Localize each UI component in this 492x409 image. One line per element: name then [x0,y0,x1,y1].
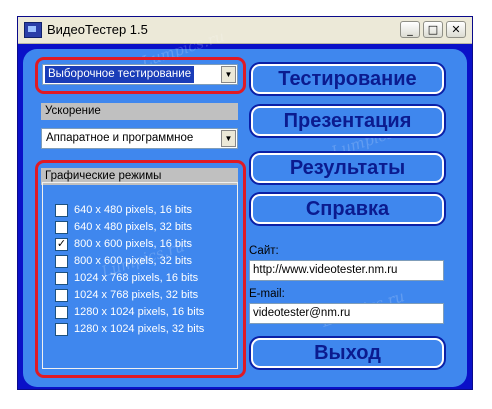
minimize-button[interactable]: _ [400,21,420,38]
acceleration-label: Ускорение [41,103,238,120]
title-bar[interactable]: ВидеоТестер 1.5 _ □ ✕ [18,17,472,44]
chevron-down-icon[interactable]: ▼ [221,130,236,147]
presentation-button[interactable]: Презентация [251,106,444,136]
maximize-button[interactable]: □ [423,21,443,38]
window-title: ВидеоТестер 1.5 [47,22,148,37]
test-button[interactable]: Тестирование [251,64,444,94]
highlight-frame [35,57,246,94]
close-button[interactable]: ✕ [446,21,466,38]
app-icon [24,22,42,38]
acceleration-value: Аппаратное и программное [46,132,194,144]
help-button[interactable]: Справка [251,194,444,224]
results-button[interactable]: Результаты [251,153,444,183]
acceleration-select[interactable]: Аппаратное и программное ▼ [41,128,238,149]
exit-button[interactable]: Выход [251,338,444,368]
highlight-frame [35,160,246,378]
email-label: E-mail: [249,288,285,300]
site-label: Сайт: [249,245,279,257]
site-field[interactable]: http://www.videotester.nm.ru [249,260,444,281]
email-field[interactable]: videotester@nm.ru [249,303,444,324]
